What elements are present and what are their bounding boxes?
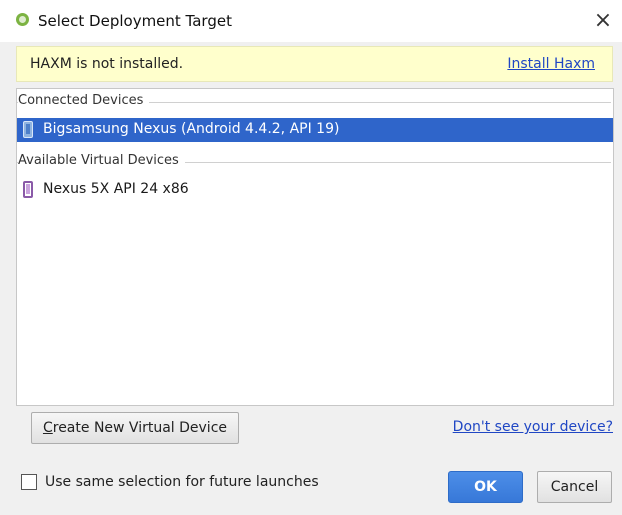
create-new-virtual-device-button[interactable]: Create New Virtual Device — [31, 412, 239, 444]
virtual-device-icon — [23, 181, 33, 198]
haxm-notice-bar: HAXM is not installed. Install Haxm — [16, 46, 613, 82]
virtual-devices-header: Available Virtual Devices — [17, 153, 613, 171]
ok-button[interactable]: OK — [448, 471, 523, 503]
connected-devices-header: Connected Devices — [17, 93, 613, 111]
phone-icon — [23, 121, 33, 138]
device-name: Bigsamsung Nexus (Android 4.4.2, API 19) — [43, 121, 340, 137]
remember-selection-checkbox[interactable] — [21, 474, 37, 490]
title-bar: Select Deployment Target × — [0, 0, 622, 42]
cancel-button[interactable]: Cancel — [537, 471, 612, 503]
section-label: Connected Devices — [18, 93, 150, 108]
dialog-content: HAXM is not installed. Install Haxm Conn… — [0, 42, 622, 515]
device-name: Nexus 5X API 24 x86 — [43, 181, 189, 197]
mnemonic-letter: C — [42, 420, 53, 436]
remember-selection-label[interactable]: Use same selection for future launches — [45, 474, 319, 490]
device-row-nexus-5x[interactable]: Nexus 5X API 24 x86 — [17, 178, 613, 202]
device-list[interactable]: Connected Devices Bigsamsung Nexus (Andr… — [16, 88, 614, 406]
haxm-notice-text: HAXM is not installed. — [30, 56, 184, 72]
android-studio-icon — [16, 13, 29, 26]
button-label: reate New Virtual Device — [52, 420, 228, 436]
device-row-bigsamsung-nexus[interactable]: Bigsamsung Nexus (Android 4.4.2, API 19) — [17, 118, 613, 142]
dont-see-device-link[interactable]: Don't see your device? — [453, 419, 613, 435]
section-label: Available Virtual Devices — [18, 153, 185, 168]
install-haxm-link[interactable]: Install Haxm — [507, 56, 595, 72]
dialog-title: Select Deployment Target — [38, 12, 232, 30]
close-icon[interactable]: × — [590, 8, 616, 34]
